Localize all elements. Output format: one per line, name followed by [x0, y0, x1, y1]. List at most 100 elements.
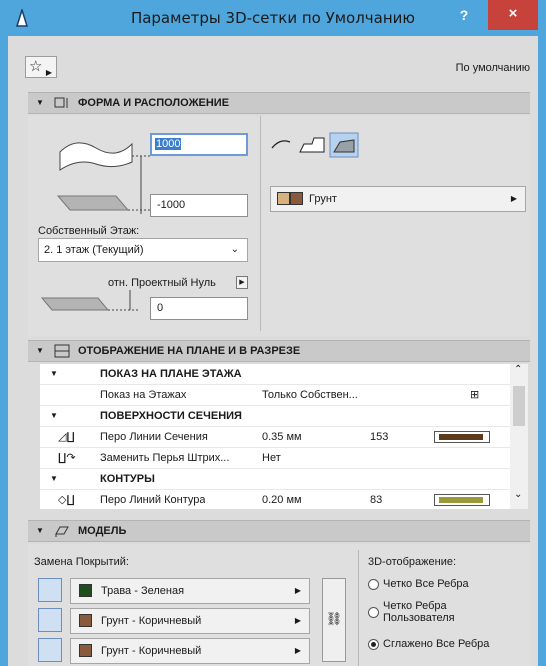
divider	[358, 550, 359, 666]
pen-number: 83	[370, 494, 383, 506]
collapse-icon: ▼	[36, 346, 44, 355]
star-icon: ☆	[29, 58, 43, 75]
default-settings-label: По умолчанию	[455, 62, 530, 74]
table-group-row[interactable]: ▼ ПОВЕРХНОСТИ СЕЧЕНИЯ	[40, 406, 510, 427]
section-model-title: МОДЕЛЬ	[78, 525, 127, 537]
radio-label: Четко Все Ребра	[383, 578, 469, 590]
bottom-surface-override-button[interactable]	[38, 608, 62, 632]
collapse-icon: ▼	[50, 369, 58, 378]
group-label: ПОКАЗ НА ПЛАНЕ ЭТАЖА	[100, 368, 242, 380]
radio-label: Сглажено Все Ребра	[383, 638, 490, 650]
surface-name: Грунт - Коричневый	[101, 615, 202, 627]
scroll-thumb[interactable]	[513, 386, 525, 426]
radio-label: Четко Ребра Пользователя	[383, 600, 455, 624]
side-surface-selector[interactable]: Грунт - Коричневый ▶	[70, 638, 310, 664]
row-value: 0.35 мм	[262, 431, 302, 443]
radio-dot	[368, 579, 379, 590]
group-label: КОНТУРЫ	[100, 473, 155, 485]
table-row[interactable]: ∐↷ Заменить Перья Штрих... Нет	[40, 448, 510, 469]
table-group-row[interactable]: ▼ КОНТУРЫ	[40, 469, 510, 490]
table-row[interactable]: Показ на Этажах Только Собствен... ⊞	[40, 385, 510, 406]
radio-dot	[368, 607, 379, 618]
surface-name: Грунт - Коричневый	[101, 645, 202, 657]
mesh-elevation-diagram-icon	[56, 142, 150, 214]
table-group-row[interactable]: ▼ ПОКАЗ НА ПЛАНЕ ЭТАЖА	[40, 364, 510, 385]
reference-offset-input[interactable]: 0	[150, 297, 248, 320]
scroll-up-icon[interactable]: ⌃	[514, 364, 522, 375]
collapse-icon: ▼	[50, 474, 58, 483]
pen-color-swatch[interactable]	[434, 431, 490, 443]
help-button[interactable]: ?	[453, 4, 475, 26]
scroll-down-icon[interactable]: ⌄	[514, 489, 522, 500]
surface-color-swatch	[79, 614, 92, 627]
arrow-right-icon: ▶	[294, 646, 301, 655]
collapse-icon: ▼	[36, 98, 44, 107]
surface-color-swatch	[79, 584, 92, 597]
mesh-type-icons	[271, 132, 359, 158]
material-selector[interactable]: Грунт ▶	[270, 186, 526, 212]
color-swatch	[290, 192, 303, 205]
outline-icon: ◇∐	[58, 494, 75, 506]
row-value: Только Собствен...	[262, 389, 358, 401]
model-panel: Замена Покрытий: Трава - Зеленая ▶ Грунт…	[28, 544, 530, 666]
pattern-swatch	[277, 192, 290, 205]
surface-name: Трава - Зеленая	[101, 585, 185, 597]
row-label: Перо Линий Контура	[100, 494, 206, 506]
floor-plan-section-icon	[54, 344, 70, 358]
radio-sharp-all-edges[interactable]: Четко Все Ребра	[368, 578, 518, 592]
top-surface-selector[interactable]: Трава - Зеленая ▶	[70, 578, 310, 604]
model-section-icon	[55, 526, 69, 537]
material-name: Грунт	[309, 193, 337, 205]
close-button[interactable]: ×	[488, 0, 538, 30]
section-model-header[interactable]: ▼ МОДЕЛЬ	[28, 520, 530, 542]
shape-panel: 1000 -1000 Собственный Этаж: 2. 1 этаж (…	[28, 116, 530, 336]
section-shape-title: ФОРМА И РАСПОЛОЖЕНИЕ	[78, 97, 230, 109]
pen-number: 153	[370, 431, 389, 443]
row-label: Перо Линии Сечения	[100, 431, 208, 443]
divider	[260, 116, 261, 331]
top-height-input[interactable]: 1000	[150, 133, 248, 156]
table-row[interactable]: ◇∐ Перо Линий Контура 0.20 мм 83	[40, 490, 510, 509]
collapse-icon: ▼	[50, 411, 58, 420]
story-label: Собственный Этаж:	[38, 225, 140, 237]
favorites-button[interactable]: ☆ ▶	[25, 56, 57, 78]
shape-section-icon	[54, 97, 68, 108]
section-shape-header[interactable]: ▼ ФОРМА И РАСПОЛОЖЕНИЕ	[28, 92, 530, 114]
group-label: ПОВЕРХНОСТИ СЕЧЕНИЯ	[100, 410, 242, 422]
row-label: Показ на Этажах	[100, 389, 187, 401]
arrow-right-icon: ▶	[45, 68, 52, 77]
table-scrollbar[interactable]: ⌃ ⌄	[510, 364, 528, 509]
surface-override-label: Замена Покрытий:	[34, 556, 129, 568]
table-row[interactable]: ◿∐ Перо Линии Сечения 0.35 мм 153	[40, 427, 510, 448]
arrow-right-icon: ▶	[294, 586, 301, 595]
pen-color-swatch[interactable]	[434, 494, 490, 506]
3d-display-label: 3D-отображение:	[368, 556, 457, 568]
arrow-right-icon: ▶	[510, 194, 517, 203]
bottom-height-input[interactable]: -1000	[150, 194, 248, 217]
surface-color-swatch	[79, 644, 92, 657]
top-surface-override-button[interactable]	[38, 578, 62, 602]
radio-dot	[368, 639, 379, 650]
arrow-right-icon: ▶	[294, 616, 301, 625]
bottom-surface-selector[interactable]: Грунт - Коричневый ▶	[70, 608, 310, 634]
title-bar: Параметры 3D-сетки по Умолчанию ? ×	[0, 0, 546, 36]
side-surface-override-button[interactable]	[38, 638, 62, 662]
row-value: Нет	[262, 452, 281, 464]
override-pens-icon: ∐↷	[58, 452, 76, 464]
settings-table: ▼ ПОКАЗ НА ПЛАНЕ ЭТАЖА Показ на Этажах Т…	[40, 364, 510, 509]
cut-line-icon: ◿∐	[58, 431, 75, 443]
collapse-icon: ▼	[36, 526, 44, 535]
section-display-header[interactable]: ▼ ОТОБРАЖЕНИЕ НА ПЛАНЕ И В РАЗРЕЗЕ	[28, 340, 530, 362]
chevron-down-icon: ⌄	[230, 244, 239, 255]
radio-sharp-user-edges[interactable]: Четко Ребра Пользователя	[368, 600, 518, 628]
row-label: Заменить Перья Штрих...	[100, 452, 230, 464]
row-value: 0.20 мм	[262, 494, 302, 506]
radio-smooth-all-edges[interactable]: Сглажено Все Ребра	[368, 638, 518, 652]
story-value: 2. 1 этаж (Текущий)	[44, 244, 144, 256]
link-surfaces-button[interactable]: ⛓	[322, 578, 346, 662]
section-display-title: ОТОБРАЖЕНИЕ НА ПЛАНЕ И В РАЗРЕЗЕ	[78, 345, 301, 357]
story-dropdown[interactable]: 2. 1 этаж (Текущий) ⌄	[38, 238, 248, 262]
reference-plane-icon	[40, 290, 138, 311]
chain-link-icon: ⛓	[325, 611, 343, 626]
reference-arrow-button[interactable]: ▶	[236, 276, 248, 289]
